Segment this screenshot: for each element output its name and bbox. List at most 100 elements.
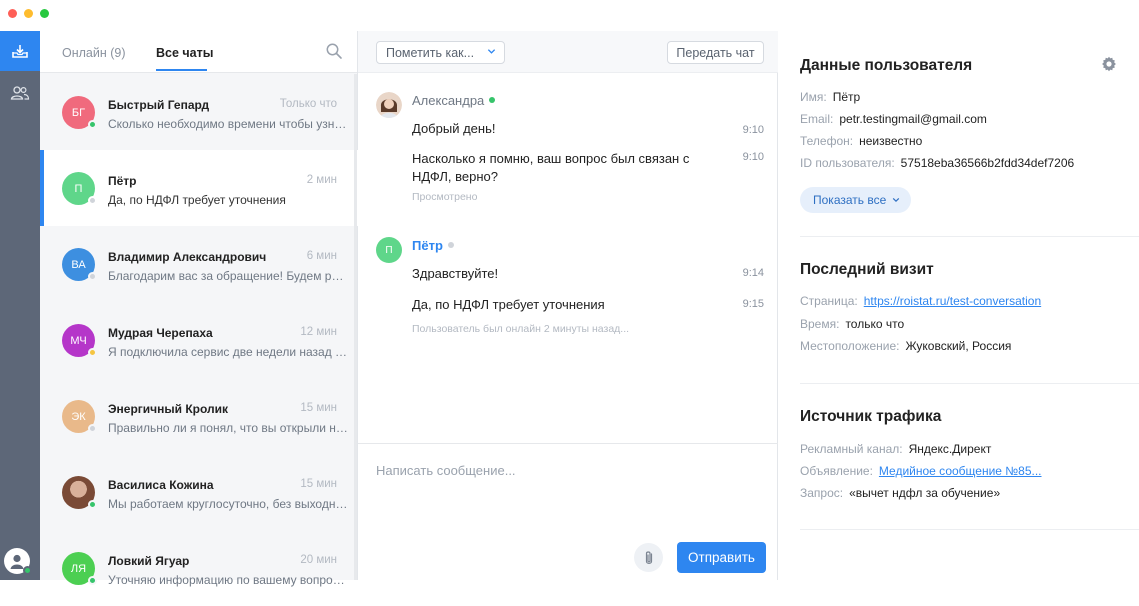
contact-name: Быстрый Гепард	[108, 98, 210, 112]
message-preview: Сколько необходимо времени чтобы узнать …	[108, 117, 348, 131]
last-visit-title: Последний визит	[800, 261, 934, 278]
contact-name: Владимир Александрович	[108, 250, 267, 264]
mark-as-label: Пометить как...	[386, 46, 475, 60]
avatar-initials: П	[74, 182, 83, 195]
message-preview: Мы работаем круглосуточно, без выходных …	[108, 497, 348, 511]
window-minimize-button[interactable]	[24, 9, 33, 18]
active-tab-indicator	[156, 69, 207, 71]
ad-row: Объявление: Медийное сообщение №85...	[800, 464, 1042, 478]
message-input[interactable]: Написать сообщение...	[376, 463, 516, 478]
show-all-label: Показать все	[813, 193, 887, 207]
contact-avatar: П	[62, 172, 97, 205]
contact-avatar: БГ	[62, 96, 97, 129]
contact-name: Пётр	[108, 174, 137, 188]
search-icon[interactable]	[325, 42, 343, 60]
user-info-panel: Данные пользователя Имя: Пётр Email: petr.…	[779, 31, 1139, 580]
chat-list-item[interactable]: Василиса Кожина 15 мин Мы работаем круглос…	[40, 454, 358, 530]
chat-list-scrollbar[interactable]	[354, 74, 357, 580]
online-status-dot	[489, 97, 496, 103]
tab-all-chats[interactable]: Все чаты	[156, 46, 213, 60]
message-text: Здравствуйте!	[412, 266, 499, 281]
chat-list-item[interactable]: ЛЯ Ловкий Ягуар 20 мин Уточняю информацию п…	[40, 530, 358, 606]
chat-list-item[interactable]: ВА Владимир Александрович 6 мин Благодарим …	[40, 226, 358, 302]
gear-icon[interactable]	[1101, 56, 1117, 72]
chat-list-item[interactable]: ЭК Энергичный Кролик 15 мин Правильно ли я …	[40, 378, 358, 454]
field-value: Жуковский, Россия	[905, 339, 1012, 353]
section-divider	[800, 529, 1139, 530]
user-avatar[interactable]	[4, 548, 32, 575]
field-label: Рекламный канал:	[800, 442, 903, 456]
send-button[interactable]: Отправить	[677, 542, 766, 573]
message-time: 9:15	[742, 298, 764, 310]
last-message-time: 12 мин	[300, 326, 337, 338]
message-preview: Я подключила сервис две недели назад и х…	[108, 345, 348, 359]
traffic-source-title: Источник трафика	[800, 408, 942, 425]
ad-channel-row: Рекламный канал: Яндекс.Директ	[800, 442, 991, 456]
chat-list-tabs: Онлайн (9) Все чаты	[40, 31, 357, 73]
field-label: Время:	[800, 317, 840, 331]
tab-online[interactable]: Онлайн (9)	[62, 46, 126, 60]
inbox-icon	[12, 45, 28, 58]
avatar-initials: ВА	[71, 258, 86, 271]
nav-contacts-button[interactable]	[0, 75, 40, 111]
visit-page-link[interactable]: https://roistat.ru/test-conversation	[864, 294, 1041, 308]
message-preview: Правильно ли я понял, что вы открыли нов…	[108, 421, 348, 435]
conversation-panel: Пометить как... Передать чат Александра …	[358, 31, 778, 580]
window-close-button[interactable]	[8, 9, 17, 18]
ad-link[interactable]: Медийное сообщение №85...	[879, 464, 1042, 478]
chat-list-item[interactable]: П Пётр 2 мин Да, по НДФЛ требует уточнения	[40, 150, 358, 226]
last-message-time: 20 мин	[300, 554, 337, 566]
message-text: Добрый день!	[412, 121, 496, 136]
field-value: Пётр	[832, 90, 861, 104]
attach-button[interactable]	[634, 543, 663, 572]
show-all-button[interactable]: Показать все	[800, 187, 911, 213]
nav-inbox-button[interactable]	[0, 31, 40, 71]
avatar-initials: МЧ	[70, 334, 87, 347]
contact-avatar	[62, 476, 97, 509]
contacts-icon	[10, 86, 30, 100]
field-value: 57518eba36566b2fdd34def7206	[900, 156, 1075, 170]
field-value: Яндекс.Директ	[908, 442, 992, 456]
paperclip-icon	[645, 550, 652, 564]
contact-avatar: ЭК	[62, 400, 97, 433]
status-dot	[88, 576, 97, 585]
last-message-time: 15 мин	[300, 478, 337, 490]
transfer-chat-button[interactable]: Передать чат	[667, 41, 764, 64]
user-email-row: Email: petr.testingmail@gmail.com	[800, 112, 987, 126]
mark-as-dropdown[interactable]: Пометить как...	[376, 41, 505, 64]
visit-page-row: Страница: https://roistat.ru/test-convers…	[800, 294, 1041, 308]
chevron-down-icon	[892, 197, 900, 203]
field-value: только что	[845, 317, 905, 331]
field-label: Объявление:	[800, 464, 873, 478]
agent-name: Александра	[412, 93, 496, 108]
last-message-time: 15 мин	[300, 402, 337, 414]
field-value: «вычет ндфл за обучение»	[849, 486, 1001, 500]
contact-avatar: МЧ	[62, 324, 97, 357]
status-dot	[88, 424, 97, 433]
conversation-toolbar: Пометить как... Передать чат	[358, 31, 778, 73]
field-label: ID пользователя:	[800, 156, 895, 170]
message-text: Да, по НДФЛ требует уточнения	[412, 297, 605, 312]
chat-list-item[interactable]: МЧ Мудрая Черепаха 12 мин Я подключила серв…	[40, 302, 358, 378]
contact-name: Мудрая Черепаха	[108, 326, 213, 340]
user-phone-row: Телефон: неизвестно	[800, 134, 922, 148]
contact-name: Ловкий Ягуар	[108, 554, 190, 568]
avatar-initials: ЭК	[71, 410, 86, 423]
avatar-initials: БГ	[71, 106, 86, 119]
message-preview: Благодарим вас за обращение! Будем рады …	[108, 269, 348, 283]
window-titlebar	[0, 0, 1139, 31]
contact-name: Василиса Кожина	[108, 478, 214, 492]
window-maximize-button[interactable]	[40, 9, 49, 18]
contact-avatar: ВА	[62, 248, 97, 281]
message-text: Насколько я помню, ваш вопрос был связан…	[412, 151, 690, 184]
last-message-time: 2 мин	[306, 174, 337, 186]
user-data-title: Данные пользователя	[800, 57, 973, 74]
field-label: Email:	[800, 112, 834, 126]
section-divider	[800, 236, 1139, 237]
seen-status: Просмотрено	[412, 191, 478, 203]
chat-list-item[interactable]: БГ Быстрый Гепард Только что Сколько необхо…	[40, 74, 358, 150]
online-status-dot	[23, 566, 32, 575]
message-preview: Уточняю информацию по вашему вопросу, ож…	[108, 573, 348, 587]
agent-name-text: Александра	[412, 93, 485, 108]
contact-avatar: ЛЯ	[62, 552, 97, 585]
